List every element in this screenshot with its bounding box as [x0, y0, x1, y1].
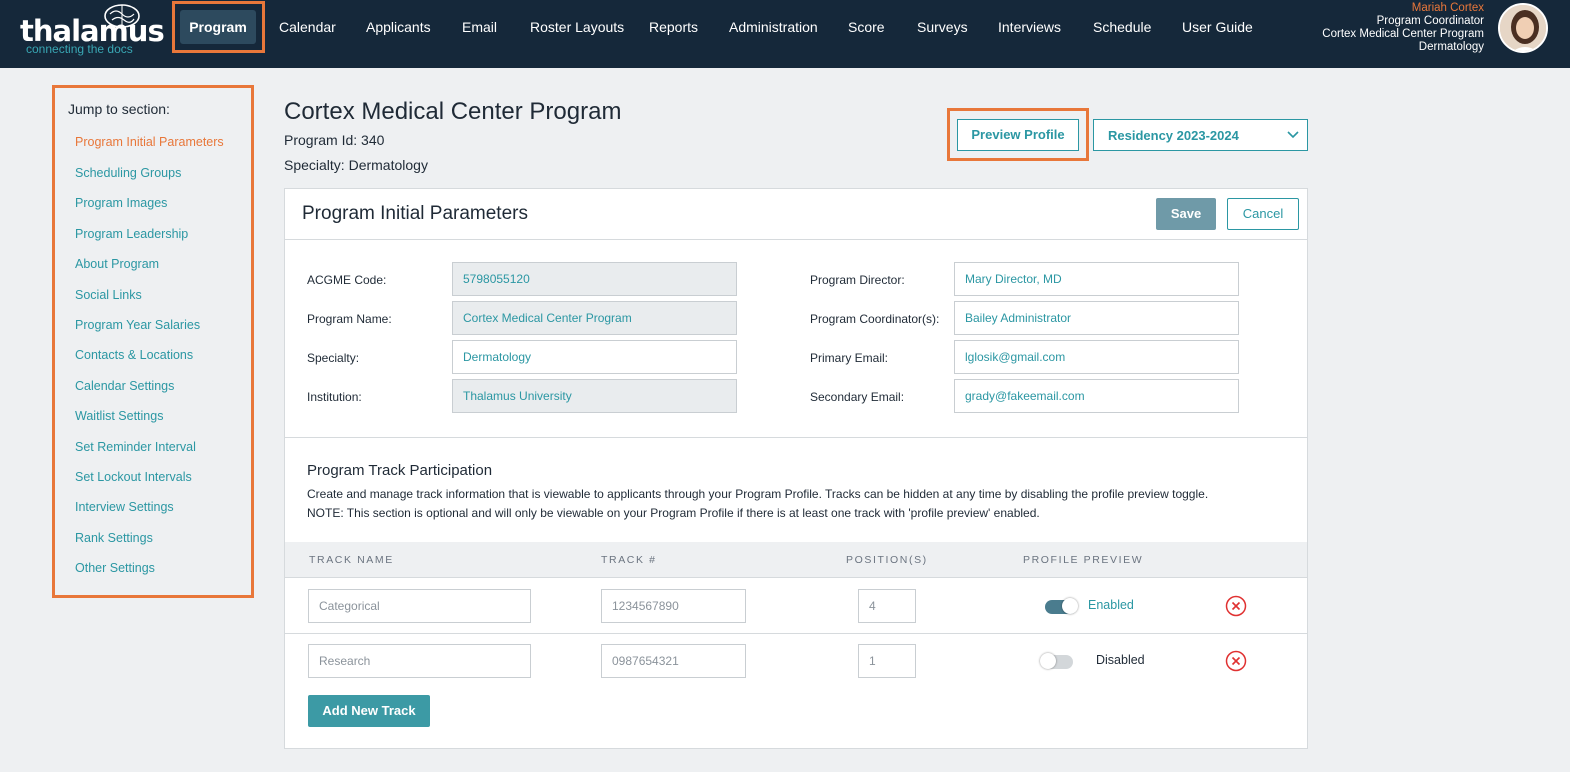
section-divider — [285, 437, 1307, 438]
jump-link-contacts-locations[interactable]: Contacts & Locations — [75, 348, 193, 362]
nav-item-administration[interactable]: Administration — [729, 18, 818, 36]
acgme-code-label: ACGME Code: — [307, 273, 387, 287]
logo-tagline: connecting the docs — [26, 42, 133, 56]
jump-link-scheduling-groups[interactable]: Scheduling Groups — [75, 166, 181, 180]
delete-track-icon[interactable] — [1225, 595, 1247, 617]
track-table-header: TRACK NAME TRACK # POSITION(S) PROFILE P… — [285, 542, 1307, 578]
nav-item-surveys[interactable]: Surveys — [917, 18, 968, 36]
jump-link-program-year-salaries[interactable]: Program Year Salaries — [75, 318, 200, 332]
track-desc-line-1: Create and manage track information that… — [307, 487, 1209, 501]
jump-link-waitlist-settings[interactable]: Waitlist Settings — [75, 409, 163, 423]
track-number-input[interactable]: 0987654321 — [601, 644, 746, 678]
track-desc-line-2: NOTE: This section is optional and will … — [307, 506, 1040, 520]
nav-item-email[interactable]: Email — [462, 18, 497, 36]
program-coordinator-field[interactable]: Bailey Administrator — [954, 301, 1239, 335]
positions-input[interactable]: 4 — [858, 589, 916, 623]
jump-link-set-lockout-intervals[interactable]: Set Lockout Intervals — [75, 470, 192, 484]
specialty-label: Specialty: — [307, 351, 360, 365]
nav-item-applicants[interactable]: Applicants — [366, 18, 431, 36]
add-new-track-button[interactable]: Add New Track — [308, 695, 430, 727]
col-track-number: TRACK # — [601, 554, 657, 566]
secondary-email-field[interactable]: grady@fakeemail.com — [954, 379, 1239, 413]
program-initial-parameters-card: Program Initial Parameters Save Cancel A… — [284, 188, 1308, 749]
program-name-field[interactable]: Cortex Medical Center Program — [452, 301, 737, 335]
toggle-knob — [1040, 653, 1056, 669]
jump-link-calendar-settings[interactable]: Calendar Settings — [75, 379, 174, 393]
jump-link-program-initial-parameters[interactable]: Program Initial Parameters — [75, 135, 224, 149]
program-year-select[interactable]: Residency 2023-2024 — [1093, 119, 1308, 151]
nav-item-score[interactable]: Score — [848, 18, 885, 36]
program-id: Program Id: 340 — [284, 132, 385, 148]
track-section-description: Create and manage track information that… — [307, 485, 1208, 523]
page-title: Cortex Medical Center Program — [284, 98, 622, 125]
profile-preview-state: Disabled — [1096, 653, 1145, 667]
program-coordinator-label: Program Coordinator(s): — [810, 312, 940, 326]
secondary-email-label: Secondary Email: — [810, 390, 905, 404]
col-profile-preview: PROFILE PREVIEW — [1023, 554, 1144, 566]
program-year-value: Residency 2023-2024 — [1108, 128, 1239, 143]
acgme-code-field[interactable]: 5798055120 — [452, 262, 737, 296]
profile-preview-state: Enabled — [1088, 598, 1134, 612]
jump-title: Jump to section: — [68, 101, 170, 117]
primary-email-field[interactable]: lglosik@gmail.com — [954, 340, 1239, 374]
jump-link-set-reminder-interval[interactable]: Set Reminder Interval — [75, 440, 196, 454]
program-director-field[interactable]: Mary Director, MD — [954, 262, 1239, 296]
cancel-button[interactable]: Cancel — [1227, 198, 1299, 230]
delete-track-icon[interactable] — [1225, 650, 1247, 672]
nav-item-interviews[interactable]: Interviews — [998, 18, 1061, 36]
positions-input[interactable]: 1 — [858, 644, 916, 678]
profile-preview-toggle[interactable] — [1040, 653, 1073, 669]
preview-profile-button[interactable]: Preview Profile — [957, 119, 1079, 151]
user-specialty: Dermatology — [1418, 41, 1484, 53]
track-name-input[interactable]: Categorical — [308, 589, 531, 623]
jump-link-about-program[interactable]: About Program — [75, 257, 159, 271]
thalamus-logo[interactable]: thalamus connecting the docs — [18, 2, 165, 58]
card-header: Program Initial Parameters Save Cancel — [285, 189, 1307, 240]
top-navbar: thalamus connecting the docs Program Cal… — [0, 0, 1570, 68]
toggle-knob — [1062, 598, 1078, 614]
nav-item-calendar[interactable]: Calendar — [279, 18, 336, 36]
jump-link-program-leadership[interactable]: Program Leadership — [75, 227, 188, 241]
program-specialty: Specialty: Dermatology — [284, 157, 428, 173]
nav-item-roster-layouts[interactable]: Roster Layouts — [530, 18, 624, 36]
nav-item-reports[interactable]: Reports — [649, 18, 698, 36]
institution-field[interactable]: Thalamus University — [452, 379, 737, 413]
jump-link-program-images[interactable]: Program Images — [75, 196, 167, 210]
user-info[interactable]: Mariah Cortex Program Coordinator Cortex… — [1322, 2, 1484, 54]
jump-link-interview-settings[interactable]: Interview Settings — [75, 500, 174, 514]
program-name-label: Program Name: — [307, 312, 392, 326]
user-name: Mariah Cortex — [1411, 2, 1484, 14]
avatar[interactable] — [1498, 3, 1548, 53]
primary-email-label: Primary Email: — [810, 351, 889, 365]
user-role: Program Coordinator — [1376, 15, 1484, 27]
track-name-input[interactable]: Research — [308, 644, 531, 678]
track-number-input[interactable]: 1234567890 — [601, 589, 746, 623]
nav-item-user-guide[interactable]: User Guide — [1182, 18, 1253, 36]
user-program: Cortex Medical Center Program — [1322, 28, 1484, 40]
profile-preview-toggle[interactable] — [1045, 598, 1078, 614]
save-button[interactable]: Save — [1156, 198, 1216, 230]
institution-label: Institution: — [307, 390, 362, 404]
jump-to-section-panel: Jump to section: Program Initial Paramet… — [52, 85, 254, 598]
card-title: Program Initial Parameters — [302, 203, 528, 224]
nav-item-program[interactable]: Program — [180, 10, 256, 44]
jump-link-social-links[interactable]: Social Links — [75, 288, 142, 302]
specialty-field[interactable]: Dermatology — [452, 340, 737, 374]
jump-link-rank-settings[interactable]: Rank Settings — [75, 531, 153, 545]
col-positions: POSITION(S) — [846, 554, 928, 566]
track-section-title: Program Track Participation — [307, 462, 493, 479]
chevron-down-icon — [1287, 131, 1299, 139]
nav-item-schedule[interactable]: Schedule — [1093, 18, 1151, 36]
col-track-name: TRACK NAME — [309, 554, 394, 566]
avatar-portrait-icon — [1500, 5, 1546, 51]
program-director-label: Program Director: — [810, 273, 905, 287]
jump-link-other-settings[interactable]: Other Settings — [75, 561, 155, 575]
row-divider — [285, 633, 1307, 634]
